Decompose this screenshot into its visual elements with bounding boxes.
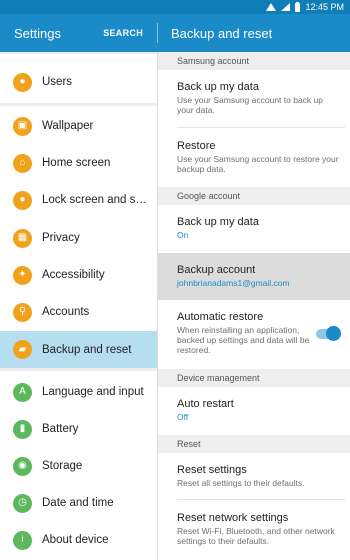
backup-icon: ▰ (13, 340, 32, 359)
sidebar-item-date-and-time[interactable]: ◷ Date and time (0, 485, 157, 521)
privacy-icon: ▦ (13, 228, 32, 248)
sidebar-item-label: Language and input (42, 386, 144, 398)
item-title: Back up my data (177, 216, 259, 228)
sidebar-item-label: Storage (42, 460, 83, 472)
sidebar-item-backup-and-reset[interactable]: ▰ Backup and reset (0, 331, 157, 368)
sidebar-item-language-and-input[interactable]: A Language and input (0, 374, 157, 410)
sidebar-item-label: Privacy (42, 232, 80, 244)
google-backup-item[interactable]: Back up my data On (158, 216, 350, 240)
item-title: Reset network settings (177, 512, 289, 524)
list-separator (0, 52, 157, 54)
section-header-device: Device management (158, 369, 350, 387)
detail-title: Backup and reset (171, 25, 273, 41)
item-title: Back up my data (177, 81, 259, 93)
sidebar-item-accounts[interactable]: ⚲ Accounts (0, 294, 157, 330)
account-email: johnbrianadams1@gmail.com (177, 278, 290, 288)
samsung-restore-item[interactable]: Restore Use your Samsung account to rest… (158, 140, 350, 174)
sidebar-item-lock-screen[interactable]: ● Lock screen and s… (0, 182, 157, 218)
wifi-icon (266, 3, 277, 11)
sidebar-item-label: Home screen (42, 157, 111, 169)
sidebar-item-label: Users (42, 76, 73, 88)
item-summary: Use your Samsung account to restore your… (177, 154, 339, 174)
item-divider (177, 499, 345, 500)
auto-restart-item[interactable]: Auto restart Off (158, 398, 350, 422)
item-summary: When reinstalling an application, backed… (177, 325, 310, 355)
sidebar-item-home-screen[interactable]: ⌂ Home screen (0, 145, 157, 181)
sidebar-item-storage[interactable]: ◉ Storage (0, 448, 157, 484)
users-icon: ● (13, 72, 32, 92)
sidebar-item-wallpaper[interactable]: ▣ Wallpaper (0, 108, 157, 144)
battery-icon: ▮ (13, 419, 32, 439)
item-summary: Use your Samsung account to back up your… (177, 95, 323, 115)
sidebar-item-label: Lock screen and s… (42, 194, 147, 206)
home-icon: ⌂ (13, 153, 32, 173)
reset-network-settings-item[interactable]: Reset network settings Reset Wi-Fi, Blue… (158, 512, 350, 546)
sidebar-item-label: Wallpaper (42, 120, 94, 132)
sidebar-item-battery[interactable]: ▮ Battery (0, 411, 157, 447)
section-header-google: Google account (158, 187, 350, 205)
lock-icon: ● (13, 190, 32, 210)
page-title: Settings (14, 25, 61, 41)
storage-icon: ◉ (13, 456, 32, 476)
sidebar-item-label: Accounts (42, 306, 90, 318)
automatic-restore-toggle[interactable] (316, 326, 341, 341)
section-header-samsung: Samsung account (158, 52, 350, 70)
item-summary: Reset all settings to their defaults. (177, 478, 305, 488)
item-status: Off (177, 412, 189, 422)
list-separator (0, 103, 157, 106)
item-title: Auto restart (177, 398, 234, 410)
samsung-backup-item[interactable]: Back up my data Use your Samsung account… (158, 81, 350, 115)
item-summary: Reset Wi-Fi, Bluetooth, and other networ… (177, 526, 335, 546)
accessibility-icon: ✦ (13, 265, 32, 285)
item-title: Restore (177, 140, 216, 152)
sidebar-item-label: Backup and reset (42, 343, 132, 356)
reset-settings-item[interactable]: Reset settings Reset all settings to the… (158, 464, 350, 488)
item-title: Backup account (177, 264, 256, 276)
backup-account-item[interactable]: Backup account johnbrianadams1@gmail.com (158, 253, 350, 300)
status-bar: 12:45 PM (0, 0, 350, 14)
info-icon: i (13, 530, 32, 550)
sidebar-item-users[interactable]: ● Users (0, 64, 157, 100)
section-header-reset: Reset (158, 435, 350, 453)
item-title: Automatic restore (177, 311, 264, 323)
clock-icon: ◷ (13, 493, 32, 513)
sidebar-item-privacy[interactable]: ▦ Privacy (0, 220, 157, 256)
backup-reset-panel[interactable]: Samsung account Back up my data Use your… (157, 52, 350, 560)
list-separator (0, 368, 157, 371)
battery-icon (295, 1, 301, 12)
language-icon: A (13, 382, 32, 402)
sidebar-item-about-device[interactable]: i About device (0, 522, 157, 558)
sidebar-item-label: About device (42, 534, 109, 546)
settings-list[interactable]: ● Users ▣ Wallpaper ⌂ Home screen ● Lock… (0, 52, 157, 560)
wallpaper-icon: ▣ (13, 116, 32, 136)
signal-icon (281, 3, 291, 11)
item-title: Reset settings (177, 464, 247, 476)
sidebar-item-label: Accessibility (42, 269, 105, 281)
item-status: On (177, 230, 189, 240)
sidebar-item-label: Battery (42, 423, 79, 435)
item-divider (177, 127, 345, 128)
sidebar-item-label: Date and time (42, 497, 114, 509)
app-bar: Settings SEARCH Backup and reset (0, 14, 350, 52)
app-bar-left: Settings SEARCH (0, 14, 157, 52)
key-icon: ⚲ (13, 302, 32, 322)
status-time: 12:45 PM (305, 2, 344, 12)
search-button[interactable]: SEARCH (103, 28, 143, 38)
sidebar-item-accessibility[interactable]: ✦ Accessibility (0, 257, 157, 293)
